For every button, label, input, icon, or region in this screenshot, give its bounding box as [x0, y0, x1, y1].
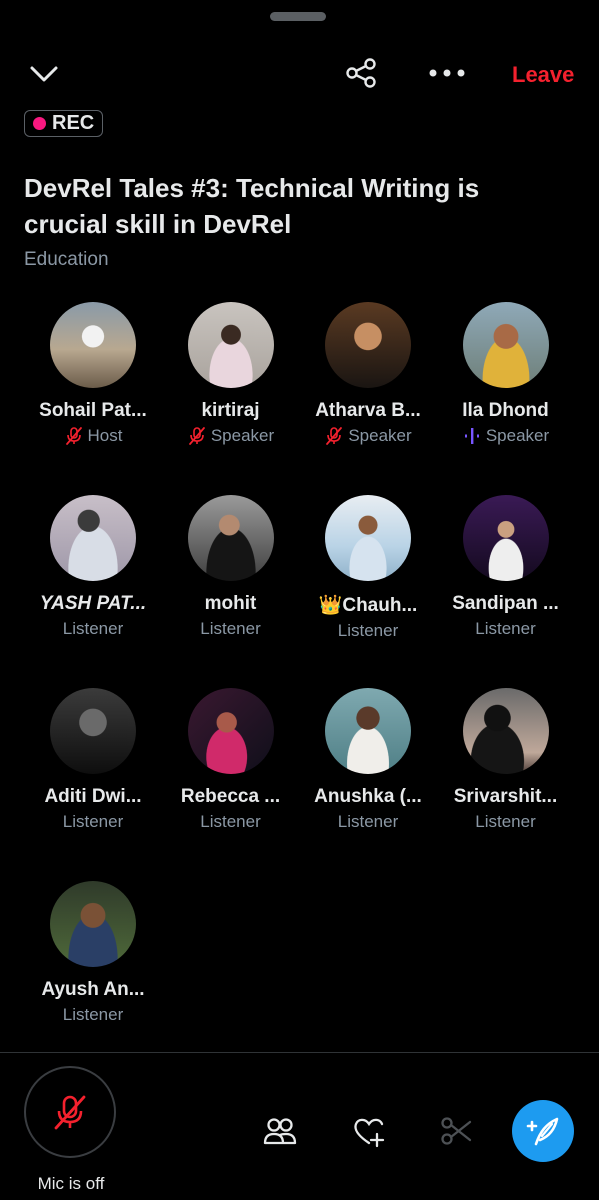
participant-name: Aditi Dwi...: [44, 786, 142, 807]
scissors-icon[interactable]: [439, 1114, 473, 1148]
participant-role: Listener: [24, 1005, 162, 1025]
participant-avatar[interactable]: [462, 688, 549, 774]
heart-plus-icon[interactable]: [352, 1114, 386, 1148]
share-icon[interactable]: [344, 56, 378, 90]
participant-name: Anushka (...: [314, 786, 422, 807]
recording-label: REC: [52, 112, 95, 134]
participant-role-label: Listener: [200, 812, 261, 831]
participant-role: Speaker: [437, 426, 575, 446]
people-icon[interactable]: [263, 1114, 297, 1148]
mic-off-icon: [187, 426, 207, 446]
sheet-grabber[interactable]: [270, 12, 326, 21]
participant-name: Atharva B...: [315, 400, 421, 421]
participant-avatar[interactable]: [50, 688, 136, 774]
mic-toggle-button[interactable]: [24, 1066, 116, 1158]
participant-role-label: Listener: [475, 619, 536, 638]
top-bar: Leave: [0, 52, 599, 96]
participant-role-label: Listener: [475, 812, 536, 831]
participant-avatar[interactable]: [187, 495, 274, 581]
participant-card[interactable]: Rebecca ... Listener: [162, 688, 300, 832]
participant-avatar[interactable]: [187, 302, 274, 388]
participant-role: Listener: [437, 812, 575, 832]
compose-button[interactable]: [512, 1100, 574, 1162]
participant-avatar[interactable]: [50, 495, 136, 581]
participant-avatar[interactable]: [462, 495, 549, 581]
space-title: DevRel Tales #3: Technical Writing is cr…: [24, 173, 480, 239]
participant-card[interactable]: Srivarshit... Listener: [437, 688, 575, 832]
participant-avatar[interactable]: [50, 302, 136, 388]
participant-role: Listener: [299, 621, 437, 641]
recording-badge: REC: [24, 110, 104, 137]
participant-card[interactable]: Ayush An... Listener: [24, 881, 162, 1025]
chevron-down-icon[interactable]: [28, 58, 60, 90]
participant-card[interactable]: Anushka (... Listener: [299, 688, 437, 832]
more-options-icon[interactable]: [426, 60, 468, 86]
participant-avatar[interactable]: [462, 302, 549, 388]
participant-name: mohit: [204, 593, 257, 614]
participant-role-label: Listener: [337, 621, 399, 640]
participant-name: Ayush An...: [41, 979, 145, 1000]
participant-name: Rebecca ...: [180, 786, 281, 807]
recording-dot-icon: [33, 117, 46, 130]
participant-card[interactable]: Atharva B... Speaker: [299, 302, 437, 446]
participant-role: Listener: [299, 812, 437, 832]
participant-role-label: Speaker: [348, 426, 412, 445]
participant-role: Listener: [162, 812, 300, 832]
participant-card[interactable]: 👑Chauh... Listener: [299, 495, 437, 641]
participant-avatar[interactable]: [50, 881, 136, 967]
bottom-divider: [0, 1052, 599, 1053]
participant-role: Listener: [162, 619, 300, 639]
participant-card[interactable]: Ila Dhond Speaker: [437, 302, 575, 446]
compose-icon: [526, 1117, 559, 1146]
participant-avatar[interactable]: [325, 688, 411, 774]
participant-name: YASH PAT...: [39, 593, 147, 614]
participant-role-label: Listener: [62, 619, 124, 638]
participant-avatar[interactable]: [325, 495, 411, 581]
participant-avatar[interactable]: [187, 688, 274, 774]
participant-name: Sohail Pat...: [39, 400, 147, 421]
participant-role-label: Listener: [337, 812, 399, 831]
mic-off-icon: [54, 1095, 86, 1130]
participant-role: Speaker: [299, 426, 437, 446]
participant-role-label: Host: [87, 426, 123, 445]
space-category: Education: [24, 249, 109, 270]
mic-status-label: Mic is off: [37, 1174, 105, 1193]
participant-role-label: Listener: [62, 812, 124, 831]
participant-role-label: Listener: [62, 1005, 124, 1024]
participant-avatar[interactable]: [325, 302, 411, 388]
participant-card[interactable]: YASH PAT... Listener: [24, 495, 162, 639]
mic-off-icon: [324, 426, 344, 446]
participant-role-label: Speaker: [485, 426, 550, 445]
participant-role: Listener: [24, 619, 162, 639]
participant-name: Ila Dhond: [462, 400, 549, 421]
mic-off-icon: [64, 426, 84, 446]
participant-name: kirtiraj: [201, 400, 260, 421]
participant-role: Host: [24, 426, 162, 446]
participant-name: 👑Chauh...: [318, 595, 418, 616]
participant-role: Listener: [437, 619, 575, 639]
participant-role-label: Listener: [200, 619, 261, 638]
participant-name: Sandipan ...: [452, 593, 559, 614]
participant-name: Srivarshit...: [453, 786, 558, 807]
participant-card[interactable]: Aditi Dwi... Listener: [24, 688, 162, 832]
participant-card[interactable]: kirtiraj Speaker: [162, 302, 300, 446]
participant-card[interactable]: mohit Listener: [162, 495, 300, 639]
participant-card[interactable]: Sandipan ... Listener: [437, 495, 575, 639]
leave-button[interactable]: Leave: [512, 62, 574, 88]
participant-role: Speaker: [162, 426, 300, 446]
speaking-bars-icon: [462, 426, 482, 446]
participant-role: Listener: [24, 812, 162, 832]
participant-card[interactable]: Sohail Pat... Host: [24, 302, 162, 446]
participant-role-label: Speaker: [210, 426, 275, 445]
